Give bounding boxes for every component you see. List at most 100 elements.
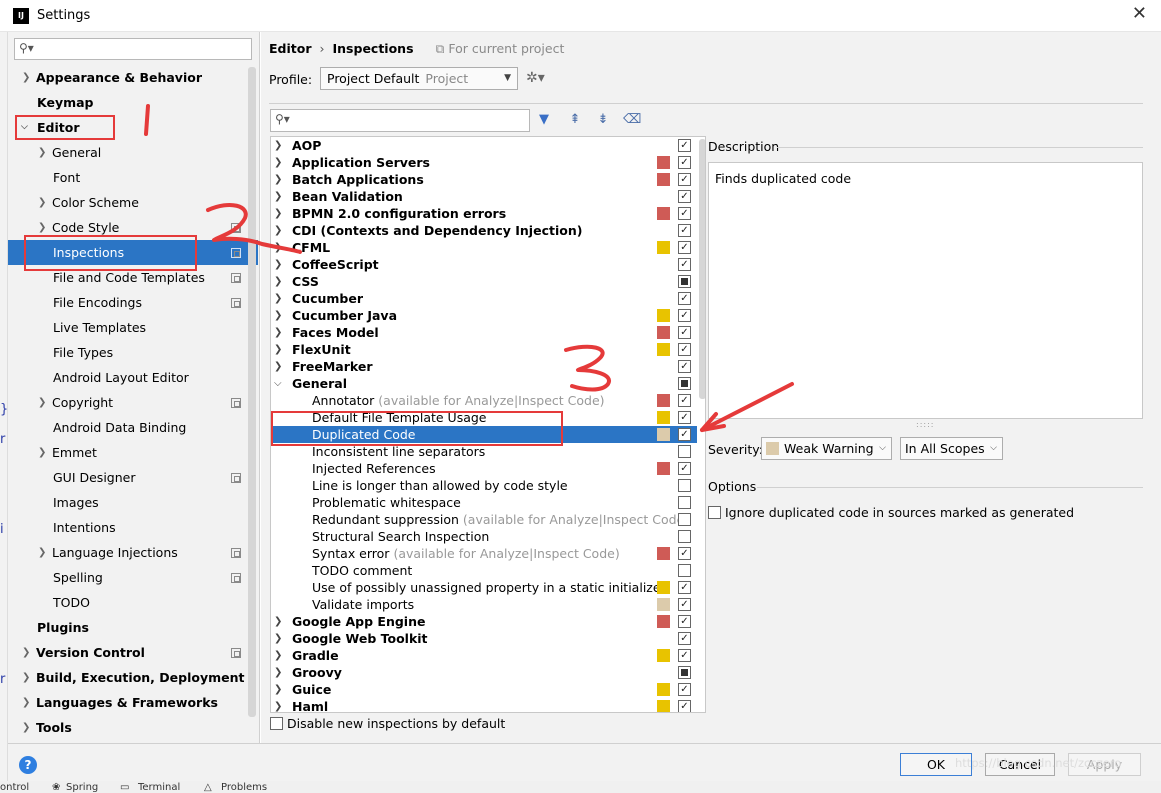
profile-dropdown[interactable]: Project Default Project ▼ <box>320 67 518 90</box>
inspection-checkbox[interactable]: ✓ <box>678 207 691 220</box>
toolwindow-tab[interactable]: Spring <box>66 781 98 793</box>
sidebar-item-intentions[interactable]: Intentions <box>8 515 248 540</box>
toolwindow-tab[interactable]: Problems <box>221 781 267 793</box>
sidebar-item-copyright[interactable]: ❯ Copyright <box>8 390 248 415</box>
inspection-row[interactable]: ❯ Cucumber Java ✓ <box>271 307 697 324</box>
inspection-checkbox[interactable]: ✓ <box>678 241 691 254</box>
sidebar-item-gui-designer[interactable]: GUI Designer <box>8 465 248 490</box>
inspection-row[interactable]: ❯ Guice ✓ <box>271 681 697 698</box>
sidebar-item-file-encodings[interactable]: File Encodings <box>8 290 248 315</box>
inspection-checkbox[interactable]: ✓ <box>678 598 691 611</box>
inspection-checkbox[interactable] <box>678 445 691 458</box>
inspection-checkbox[interactable]: ✓ <box>678 462 691 475</box>
inspection-checkbox[interactable] <box>678 564 691 577</box>
inspection-row[interactable]: ❯ Bean Validation ✓ <box>271 188 697 205</box>
sidebar-item-todo[interactable]: TODO <box>8 590 248 615</box>
inspection-row[interactable]: ❯ Groovy <box>271 664 697 681</box>
inspection-row[interactable]: ❯ FlexUnit ✓ <box>271 341 697 358</box>
inspection-checkbox[interactable]: ✓ <box>678 700 691 712</box>
inspection-checkbox[interactable]: ✓ <box>678 309 691 322</box>
inspection-row[interactable]: Line is longer than allowed by code styl… <box>271 477 697 494</box>
inspection-row[interactable]: Injected References ✓ <box>271 460 697 477</box>
sidebar-item-spelling[interactable]: Spelling <box>8 565 248 590</box>
inspection-checkbox[interactable]: ✓ <box>678 615 691 628</box>
inspection-row[interactable]: ❯ Gradle ✓ <box>271 647 697 664</box>
inspection-checkbox[interactable]: ✓ <box>678 190 691 203</box>
inspection-row[interactable]: Annotator (available for Analyze|Inspect… <box>271 392 697 409</box>
inspection-row[interactable]: ❯ Cucumber ✓ <box>271 290 697 307</box>
inspection-row[interactable]: Problematic whitespace <box>271 494 697 511</box>
expand-all-icon[interactable]: ⇞ <box>567 112 583 128</box>
sidebar-item-emmet[interactable]: ❯ Emmet <box>8 440 248 465</box>
sidebar-item-file-types[interactable]: File Types <box>8 340 248 365</box>
filter-icon[interactable]: ▼ <box>536 112 552 128</box>
inspection-checkbox[interactable] <box>678 377 691 390</box>
disable-new-inspections-checkbox[interactable]: Disable new inspections by default <box>270 716 505 731</box>
collapse-all-icon[interactable]: ⇟ <box>595 112 611 128</box>
inspection-row[interactable]: ❯ BPMN 2.0 configuration errors ✓ <box>271 205 697 222</box>
sidebar-item-appearance[interactable]: ❯ Appearance & Behavior <box>8 65 248 90</box>
inspection-row[interactable]: ❯ AOP ✓ <box>271 137 697 154</box>
inspection-row[interactable]: ❯ Google Web Toolkit ✓ <box>271 630 697 647</box>
inspection-checkbox[interactable]: ✓ <box>678 581 691 594</box>
sidebar-item-color-scheme[interactable]: ❯ Color Scheme <box>8 190 248 215</box>
inspection-row[interactable]: ❯ Batch Applications ✓ <box>271 171 697 188</box>
sidebar-search-input[interactable]: ⚲▾ <box>14 38 252 60</box>
sidebar-item-version-control[interactable]: ❯ Version Control <box>8 640 248 665</box>
severity-dropdown[interactable]: Weak Warning ⌵ <box>761 437 892 460</box>
inspection-checkbox[interactable]: ✓ <box>678 428 691 441</box>
inspection-row[interactable]: ❯ CDI (Contexts and Dependency Injection)… <box>271 222 697 239</box>
inspection-checkbox[interactable] <box>678 275 691 288</box>
inspection-checkbox[interactable]: ✓ <box>678 547 691 560</box>
sidebar-item-keymap[interactable]: Keymap <box>8 90 248 115</box>
sidebar-item-android-data-binding[interactable]: Android Data Binding <box>8 415 248 440</box>
inspection-row[interactable]: ❯ FreeMarker ✓ <box>271 358 697 375</box>
inspection-row[interactable]: Use of possibly unassigned property in a… <box>271 579 697 596</box>
inspection-checkbox[interactable]: ✓ <box>678 411 691 424</box>
toolwindow-tab[interactable]: Terminal <box>138 781 180 793</box>
inspection-checkbox[interactable]: ✓ <box>678 156 691 169</box>
sidebar-scrollbar[interactable] <box>248 67 256 717</box>
sidebar-item-general[interactable]: ❯ General <box>8 140 248 165</box>
inspection-row[interactable]: ❯ CoffeeScript ✓ <box>271 256 697 273</box>
splitter-handle[interactable]: ::::: <box>916 420 934 429</box>
sidebar-item-font[interactable]: Font <box>8 165 248 190</box>
inspection-row[interactable]: Syntax error (available for Analyze|Insp… <box>271 545 697 562</box>
inspection-checkbox[interactable]: ✓ <box>678 343 691 356</box>
sidebar-item-live-templates[interactable]: Live Templates <box>8 315 248 340</box>
inspection-checkbox[interactable] <box>678 530 691 543</box>
inspection-search-input[interactable]: ⚲▾ <box>270 109 530 132</box>
sidebar-item-plugins[interactable]: Plugins <box>8 615 248 640</box>
reset-eraser-icon[interactable]: ⌫ <box>623 112 641 128</box>
inspection-row[interactable]: ❯ Haml ✓ <box>271 698 697 712</box>
inspection-checkbox[interactable]: ✓ <box>678 258 691 271</box>
inspection-checkbox[interactable]: ✓ <box>678 683 691 696</box>
sidebar-item-android-layout-editor[interactable]: Android Layout Editor <box>8 365 248 390</box>
inspection-checkbox[interactable]: ✓ <box>678 632 691 645</box>
sidebar-item-images[interactable]: Images <box>8 490 248 515</box>
inspection-checkbox[interactable]: ✓ <box>678 649 691 662</box>
inspection-row[interactable]: Redundant suppression (available for Ana… <box>271 511 697 528</box>
gear-icon[interactable]: ✲▾ <box>526 70 545 86</box>
inspection-checkbox[interactable]: ✓ <box>678 139 691 152</box>
scope-dropdown[interactable]: In All Scopes ⌵ <box>900 437 1003 460</box>
inspection-checkbox[interactable] <box>678 496 691 509</box>
toolwindow-tab[interactable]: ontrol <box>0 781 29 793</box>
ignore-generated-checkbox[interactable]: Ignore duplicated code in sources marked… <box>708 505 1074 520</box>
inspection-checkbox[interactable]: ✓ <box>678 360 691 373</box>
close-icon[interactable]: ✕ <box>1132 3 1147 24</box>
help-icon[interactable]: ? <box>19 756 37 774</box>
inspection-row[interactable]: ⌵ General <box>271 375 697 392</box>
inspection-checkbox[interactable]: ✓ <box>678 394 691 407</box>
inspection-row[interactable]: ❯ Google App Engine ✓ <box>271 613 697 630</box>
inspection-checkbox[interactable] <box>678 666 691 679</box>
sidebar-item-build[interactable]: ❯ Build, Execution, Deployment <box>8 665 248 690</box>
inspection-checkbox[interactable] <box>678 479 691 492</box>
sidebar-item-tools[interactable]: ❯ Tools <box>8 715 248 740</box>
inspection-row[interactable]: ❯ Application Servers ✓ <box>271 154 697 171</box>
inspections-scrollbar[interactable] <box>699 139 705 399</box>
inspection-checkbox[interactable]: ✓ <box>678 224 691 237</box>
inspection-checkbox[interactable]: ✓ <box>678 292 691 305</box>
inspection-row[interactable]: TODO comment <box>271 562 697 579</box>
inspection-row[interactable]: Structural Search Inspection <box>271 528 697 545</box>
